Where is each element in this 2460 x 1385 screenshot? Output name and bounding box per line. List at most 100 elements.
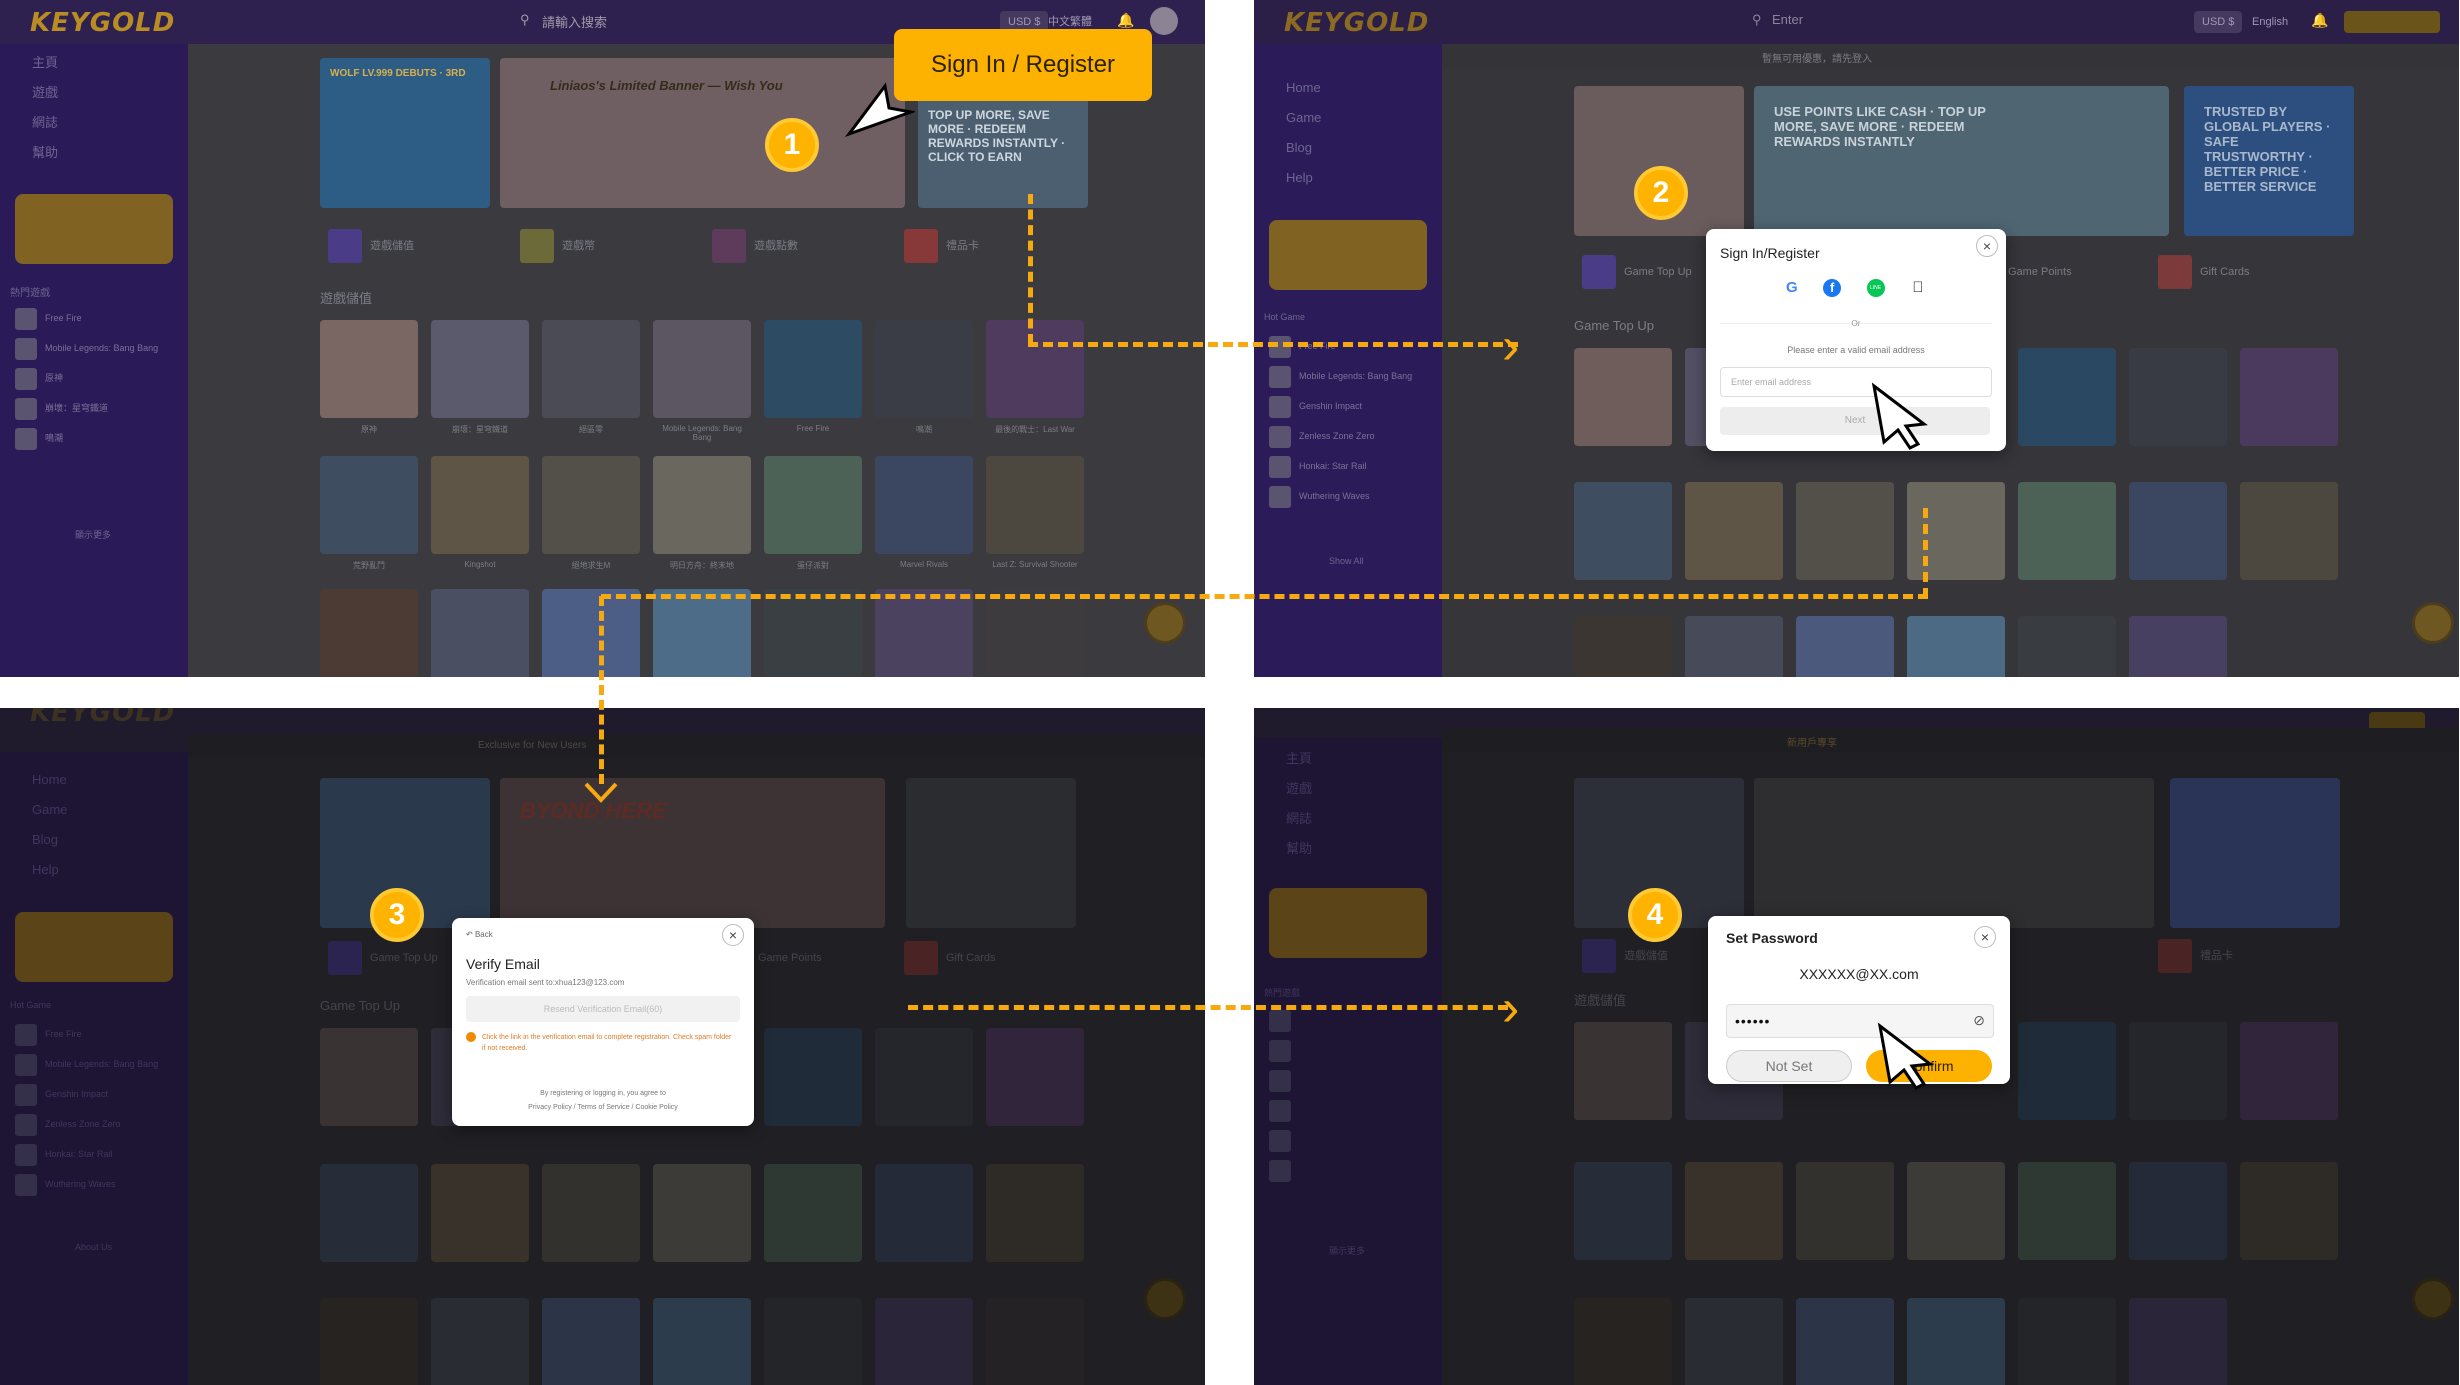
game-tile[interactable] bbox=[1574, 616, 1672, 677]
sidebar-game[interactable] bbox=[1269, 1128, 1299, 1152]
game-tile[interactable] bbox=[320, 1164, 418, 1262]
sidebar-game[interactable]: Wuthering Waves bbox=[15, 1172, 116, 1196]
game-tile[interactable] bbox=[2018, 616, 2116, 677]
sidebar-item-home[interactable]: 主頁 bbox=[32, 52, 58, 71]
support-headset-icon[interactable] bbox=[2412, 1278, 2454, 1320]
game-tile[interactable] bbox=[875, 320, 973, 418]
category-gift-cards[interactable]: 禮品卡 bbox=[2158, 938, 2233, 974]
game-tile[interactable] bbox=[1907, 482, 2005, 580]
facebook-icon[interactable]: f bbox=[1823, 279, 1842, 297]
game-tile[interactable] bbox=[542, 1298, 640, 1385]
game-tile[interactable] bbox=[653, 320, 751, 418]
keygold-logo[interactable]: KEYGOLD bbox=[30, 8, 175, 38]
bell-icon[interactable]: 🔔 bbox=[2311, 12, 2328, 29]
show-more-link[interactable]: 顯示更多 bbox=[75, 528, 111, 541]
sidebar-game[interactable]: 鳴潮 bbox=[15, 426, 63, 450]
next-button[interactable]: Next bbox=[1720, 407, 1990, 435]
sidebar-game[interactable] bbox=[1269, 1158, 1299, 1182]
bell-icon[interactable]: 🔔 bbox=[1117, 12, 1134, 29]
game-tile[interactable] bbox=[1685, 482, 1783, 580]
game-tile[interactable] bbox=[431, 456, 529, 554]
about-us-link[interactable]: About Us bbox=[75, 1242, 112, 1252]
game-tile[interactable] bbox=[320, 456, 418, 554]
game-tile[interactable] bbox=[2240, 1022, 2338, 1120]
sidebar-game[interactable]: Honkai: Star Rail bbox=[15, 1142, 113, 1166]
game-tile[interactable] bbox=[1685, 1162, 1783, 1260]
game-tile[interactable] bbox=[431, 589, 529, 677]
sidebar-item-blog[interactable]: 網誌 bbox=[1286, 808, 1312, 827]
search-input[interactable]: Enter bbox=[1772, 12, 1803, 27]
sign-in-register-button[interactable]: Sign In / Register bbox=[894, 29, 1152, 101]
support-headset-icon[interactable] bbox=[1144, 1278, 1186, 1320]
game-tile[interactable] bbox=[1796, 1298, 1894, 1385]
game-tile[interactable] bbox=[875, 1298, 973, 1385]
promo-card[interactable] bbox=[15, 194, 173, 264]
game-tile[interactable] bbox=[2018, 1022, 2116, 1120]
sidebar-item-home[interactable]: Home bbox=[1286, 80, 1321, 95]
game-tile[interactable] bbox=[986, 589, 1084, 677]
game-tile[interactable] bbox=[1574, 348, 1672, 446]
password-field[interactable]: •••••• ⊘ bbox=[1726, 1004, 1994, 1038]
game-tile[interactable] bbox=[2129, 1022, 2227, 1120]
game-tile[interactable] bbox=[1574, 1162, 1672, 1260]
game-tile[interactable] bbox=[2240, 1162, 2338, 1260]
sidebar-game[interactable]: Wuthering Waves bbox=[1269, 484, 1370, 508]
keygold-logo[interactable]: KEYGOLD bbox=[1284, 8, 1429, 38]
sidebar-game[interactable]: Mobile Legends: Bang Bang bbox=[15, 1052, 158, 1076]
sidebar-item-game[interactable]: Game bbox=[1286, 110, 1321, 125]
sidebar-game[interactable] bbox=[1269, 1098, 1299, 1122]
sidebar-item-blog[interactable]: 網誌 bbox=[32, 112, 58, 131]
game-tile[interactable] bbox=[2129, 482, 2227, 580]
game-tile[interactable] bbox=[764, 1298, 862, 1385]
sidebar-game[interactable]: Genshin Impact bbox=[15, 1082, 108, 1106]
game-tile[interactable] bbox=[2018, 1298, 2116, 1385]
category-top-up[interactable]: Game Top Up bbox=[328, 940, 438, 976]
game-tile[interactable] bbox=[653, 1164, 751, 1262]
category-gift-cards[interactable]: Gift Cards bbox=[2158, 254, 2250, 290]
avatar[interactable] bbox=[1150, 7, 1178, 35]
category-top-up[interactable]: 遊戲儲值 bbox=[1582, 938, 1668, 974]
game-tile[interactable] bbox=[653, 456, 751, 554]
close-icon[interactable]: × bbox=[722, 924, 744, 946]
game-tile[interactable] bbox=[875, 589, 973, 677]
game-tile[interactable] bbox=[764, 320, 862, 418]
sidebar-game[interactable] bbox=[1269, 1008, 1299, 1032]
resend-button[interactable]: Resend Verification Email(60) bbox=[466, 996, 740, 1022]
game-tile[interactable] bbox=[986, 1028, 1084, 1126]
promo-card[interactable] bbox=[1269, 888, 1427, 958]
game-tile[interactable] bbox=[2018, 482, 2116, 580]
close-icon[interactable]: × bbox=[1976, 235, 1998, 257]
game-tile[interactable] bbox=[764, 589, 862, 677]
game-tile[interactable] bbox=[1574, 1022, 1672, 1120]
sidebar-item-games[interactable]: 遊戲 bbox=[32, 82, 58, 101]
sidebar-game[interactable]: Mobile Legends: Bang Bang bbox=[15, 336, 158, 360]
promo-card[interactable] bbox=[15, 912, 173, 982]
banner-2[interactable]: USE POINTS LIKE CASH · TOP UP MORE, SAVE… bbox=[1754, 86, 2169, 236]
game-tile[interactable] bbox=[1796, 1162, 1894, 1260]
category-top-up[interactable]: 遊戲儲值 bbox=[328, 228, 414, 264]
game-tile[interactable] bbox=[764, 1028, 862, 1126]
game-tile[interactable] bbox=[1907, 1298, 2005, 1385]
game-tile[interactable] bbox=[2129, 348, 2227, 446]
sidebar-game[interactable]: Mobile Legends: Bang Bang bbox=[1269, 364, 1412, 388]
search-icon[interactable]: ⚲ bbox=[1752, 12, 1762, 28]
sidebar-game[interactable]: Zenless Zone Zero bbox=[1269, 424, 1375, 448]
game-tile[interactable] bbox=[764, 1164, 862, 1262]
game-tile[interactable] bbox=[320, 320, 418, 418]
game-tile[interactable] bbox=[764, 456, 862, 554]
game-tile[interactable] bbox=[2018, 1162, 2116, 1260]
sidebar-item-game[interactable]: Game bbox=[32, 802, 67, 817]
sidebar-item-help[interactable]: 幫助 bbox=[32, 142, 58, 161]
game-tile[interactable] bbox=[2129, 616, 2227, 677]
category-game-coins[interactable]: 遊戲幣 bbox=[520, 228, 595, 264]
category-game-points[interactable]: 遊戲點數 bbox=[712, 228, 798, 264]
sidebar-item-blog[interactable]: Blog bbox=[32, 832, 58, 847]
sign-in-button[interactable] bbox=[2344, 11, 2440, 33]
game-tile[interactable] bbox=[1574, 482, 1672, 580]
back-button[interactable]: ↶ Back bbox=[466, 930, 493, 939]
game-tile[interactable] bbox=[320, 589, 418, 677]
game-tile[interactable] bbox=[653, 589, 751, 677]
not-set-button[interactable]: Not Set bbox=[1726, 1050, 1852, 1082]
game-tile[interactable] bbox=[2018, 348, 2116, 446]
game-tile[interactable] bbox=[431, 1164, 529, 1262]
